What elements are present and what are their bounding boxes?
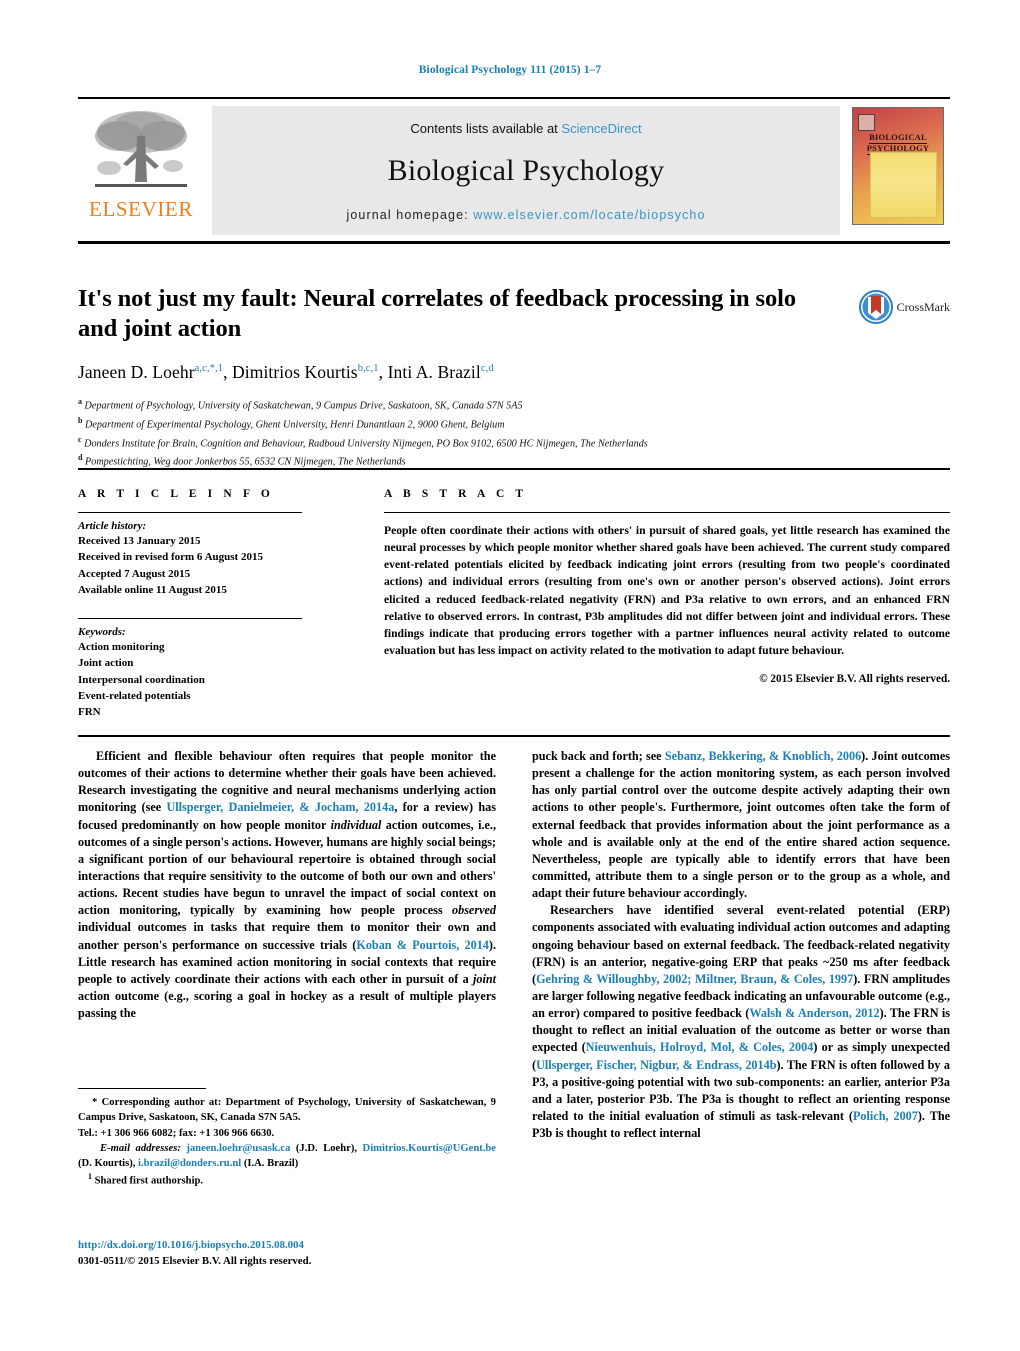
issn-copyright-line: 0301-0511/© 2015 Elsevier B.V. All right… xyxy=(78,1254,312,1267)
crossmark-badge[interactable]: CrossMark xyxy=(858,290,950,324)
journal-masthead: ELSEVIER Contents lists available at Sci… xyxy=(78,97,950,244)
citation-link[interactable]: Walsh & Anderson, 2012 xyxy=(749,1006,879,1020)
cover-yellow-panel xyxy=(870,152,937,218)
email-link[interactable]: i.brazil@donders.ru.nl xyxy=(138,1158,241,1169)
doi-block: http://dx.doi.org/10.1016/j.biopsycho.20… xyxy=(78,1238,508,1269)
citation-link[interactable]: Ullsperger, Fischer, Nigbur, & Endrass, … xyxy=(536,1058,776,1072)
emphasis-text: joint xyxy=(472,971,496,986)
body-column-left: Efficient and flexible behaviour often r… xyxy=(78,748,496,1142)
citation-link[interactable]: Sebanz, Bekkering, & Knoblich, 2006 xyxy=(665,749,861,763)
body-paragraph: Efficient and flexible behaviour often r… xyxy=(78,748,496,1022)
abstract-copyright: © 2015 Elsevier B.V. All rights reserved… xyxy=(759,673,950,686)
email-addresses-note: E-mail addresses: janeen.loehr@usask.ca … xyxy=(78,1141,496,1172)
affiliation-item: c Donders Institute for Brain, Cognition… xyxy=(78,434,950,453)
email-owner: (J.D. Loehr), xyxy=(290,1142,363,1154)
emphasis-text: individual xyxy=(330,817,382,832)
body-column-right: puck back and forth; see Sebanz, Bekkeri… xyxy=(532,748,950,1142)
shared-authorship-note: 1 Shared first authorship. xyxy=(78,1171,496,1189)
emphasis-text: observed xyxy=(452,903,496,918)
footnote-block: * Corresponding author at: Department of… xyxy=(78,1088,496,1189)
body-text: puck back and forth; see xyxy=(532,749,665,763)
body-text: action outcome (e.g., scoring a goal in … xyxy=(78,988,496,1021)
keywords-divider xyxy=(78,618,302,620)
crossmark-icon xyxy=(858,290,893,324)
doi-link[interactable]: http://dx.doi.org/10.1016/j.biopsycho.20… xyxy=(78,1238,508,1254)
citation-link[interactable]: Ullsperger, Danielmeier, & Jocham, 2014a xyxy=(166,800,394,814)
keyword-item: Joint action xyxy=(78,657,134,670)
journal-homepage-line: journal homepage: www.elsevier.com/locat… xyxy=(346,208,705,222)
email-link[interactable]: janeen.loehr@usask.ca xyxy=(186,1143,290,1154)
crossmark-label: CrossMark xyxy=(896,299,950,314)
affiliation-text: Department of Psychology, University of … xyxy=(82,400,523,412)
footnote-divider xyxy=(78,1088,206,1089)
elsevier-logo: ELSEVIER xyxy=(78,103,204,241)
affiliation-text: Department of Experimental Psychology, G… xyxy=(82,419,505,431)
citation-link[interactable]: Polich, 2007 xyxy=(853,1109,918,1123)
keyword-item: Interpersonal coordination xyxy=(78,673,205,686)
keywords-list: Action monitoring Joint action Interperson… xyxy=(78,639,346,720)
abstract-divider xyxy=(384,512,950,513)
article-history-item: Received 13 January 2015 xyxy=(78,535,201,547)
keyword-item: FRN xyxy=(78,706,101,719)
abstract-column: A B S T R A C T People often coordinate … xyxy=(346,488,950,720)
cover-publisher-logo-icon xyxy=(858,114,875,131)
contents-available-line: Contents lists available at ScienceDirec… xyxy=(410,121,641,136)
body-text: action outcomes, i.e., outcomes of a sin… xyxy=(78,817,496,918)
email-owner: (D. Kourtis), xyxy=(78,1158,139,1169)
article-history-item: Accepted 7 August 2015 xyxy=(78,567,191,580)
body-paragraph: puck back and forth; see Sebanz, Bekkeri… xyxy=(532,748,950,902)
contents-prefix-text: Contents lists available at xyxy=(410,121,562,136)
elsevier-tree-icon xyxy=(95,111,187,187)
affiliation-text: Pompestichting, Weg door Jonkerbos 55, 6… xyxy=(82,456,406,468)
sciencedirect-link[interactable]: ScienceDirect xyxy=(561,121,641,136)
body-paragraph: Researchers have identified several even… xyxy=(532,902,950,1142)
article-history-label: Article history: xyxy=(78,520,147,532)
homepage-prefix-text: journal homepage: xyxy=(346,208,474,222)
article-info-divider xyxy=(78,512,302,513)
author-list: Janeen D. Loehra,c,*,1, Dimitrios Kourti… xyxy=(78,361,494,382)
divider-above-abstract xyxy=(78,468,950,470)
keywords-block: Keywords: Action monitoring Joint action I… xyxy=(78,618,346,720)
journal-homepage-link[interactable]: www.elsevier.com/locate/biopsycho xyxy=(473,208,705,222)
body-text: ). Joint outcomes present a challenge fo… xyxy=(532,749,950,901)
keywords-label: Keywords: xyxy=(78,626,126,639)
email-addresses-label: E-mail addresses: xyxy=(100,1142,187,1154)
info-abstract-region: A R T I C L E I N F O Article history: R… xyxy=(78,488,950,720)
article-info-heading: A R T I C L E I N F O xyxy=(78,488,274,500)
corresponding-author-note: * Corresponding author at: Department of… xyxy=(78,1095,496,1126)
masthead-center-band: Contents lists available at ScienceDirec… xyxy=(212,106,840,235)
article-body: Efficient and flexible behaviour often r… xyxy=(78,748,950,1142)
article-history-item: Received in revised form 6 August 2015 xyxy=(78,551,263,564)
corresponding-author-text: Corresponding author at: Department of P… xyxy=(78,1097,496,1124)
corresponding-author-marker: * xyxy=(92,1097,102,1108)
email-owner: (I.A. Brazil) xyxy=(241,1158,299,1169)
abstract-text: People often coordinate their actions wi… xyxy=(384,524,950,658)
article-header: It's not just my fault: Neural correlate… xyxy=(78,284,950,471)
citation-link[interactable]: Nieuwenhuis, Holroyd, Mol, & Coles, 2004 xyxy=(586,1040,814,1054)
corresponding-author-tel: Tel.: +1 306 966 6082; fax: +1 306 966 6… xyxy=(78,1127,275,1139)
divider-above-body xyxy=(78,735,950,737)
email-link[interactable]: Dimitrios.Kourtis@UGent.be xyxy=(363,1143,496,1154)
journal-cover-thumbnail: BIOLOGICAL PSYCHOLOGY xyxy=(846,103,950,241)
citation-link[interactable]: Koban & Pourtois, 2014 xyxy=(356,938,489,952)
elsevier-wordmark: ELSEVIER xyxy=(89,197,193,221)
article-history-item: Available online 11 August 2015 xyxy=(78,583,227,596)
article-history-list: Received 13 January 2015 Received in revi… xyxy=(78,533,346,598)
abstract-heading: A B S T R A C T xyxy=(384,488,528,500)
citation-link[interactable]: Gehring & Willoughby, 2002; Miltner, Bra… xyxy=(536,972,853,986)
keyword-item: Event-related potentials xyxy=(78,689,191,702)
cover-image: BIOLOGICAL PSYCHOLOGY xyxy=(852,107,944,225)
article-info-column: A R T I C L E I N F O Article history: R… xyxy=(78,488,346,720)
affiliation-text: Donders Institute for Brain, Cognition a… xyxy=(81,437,648,449)
journal-title: Biological Psychology xyxy=(387,154,665,187)
affiliation-list: a Department of Psychology, University o… xyxy=(78,396,950,472)
shared-authorship-text: Shared first authorship. xyxy=(92,1175,204,1187)
affiliation-item: a Department of Psychology, University o… xyxy=(78,396,950,415)
journal-article-page: Biological Psychology 111 (2015) 1–7 ELS… xyxy=(0,0,1020,1351)
page-title: It's not just my fault: Neural correlate… xyxy=(78,285,796,342)
affiliation-item: b Department of Experimental Psychology,… xyxy=(78,415,950,434)
keyword-item: Action monitoring xyxy=(78,641,165,654)
running-head: Biological Psychology 111 (2015) 1–7 xyxy=(418,64,602,76)
